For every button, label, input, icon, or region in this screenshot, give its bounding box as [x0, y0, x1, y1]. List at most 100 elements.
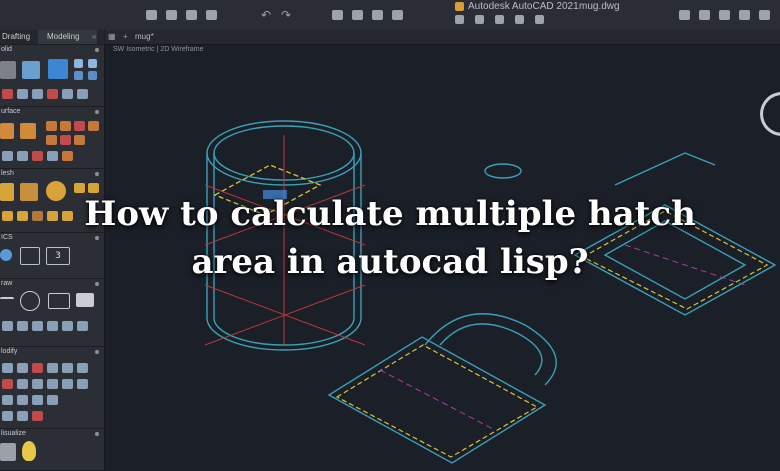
pan-icon[interactable] — [719, 10, 730, 20]
separate-icon[interactable] — [77, 89, 88, 99]
layer-properties-icon[interactable] — [679, 10, 690, 20]
align-icon[interactable] — [2, 395, 13, 405]
network-surface-icon[interactable] — [0, 123, 14, 139]
save-icon[interactable] — [186, 10, 197, 20]
print-icon[interactable] — [352, 10, 363, 20]
mirror-icon[interactable] — [62, 363, 73, 373]
save-as-icon[interactable] — [206, 10, 217, 20]
new-file-icon[interactable] — [146, 10, 157, 20]
open-folder-icon[interactable] — [166, 10, 177, 20]
intersect-icon[interactable] — [17, 89, 28, 99]
array-icon[interactable] — [47, 379, 58, 389]
section-menu-icon[interactable] — [95, 432, 99, 436]
spline-icon[interactable] — [17, 321, 28, 331]
rectangle-icon[interactable] — [48, 293, 70, 309]
union-icon[interactable] — [88, 71, 97, 80]
crease-icon[interactable] — [17, 211, 28, 221]
erase-icon[interactable] — [2, 379, 13, 389]
blend-icon[interactable] — [46, 121, 57, 131]
3d-scale-icon[interactable] — [47, 395, 58, 405]
offset-surface-icon[interactable] — [74, 121, 85, 131]
polygon-icon[interactable] — [76, 293, 94, 307]
offset-icon[interactable] — [62, 379, 73, 389]
trim-icon[interactable] — [32, 363, 43, 373]
region-icon[interactable] — [77, 321, 88, 331]
3d-move-icon[interactable] — [17, 395, 28, 405]
grid-icon[interactable] — [455, 15, 464, 24]
planar-surface-icon[interactable] — [20, 123, 36, 139]
palette-collapse-icon[interactable]: « — [92, 30, 102, 44]
extrude-icon[interactable] — [22, 61, 40, 79]
box-icon[interactable] — [0, 61, 16, 79]
subtract-icon[interactable] — [2, 89, 13, 99]
match-properties-icon[interactable] — [699, 10, 710, 20]
snap-icon[interactable] — [475, 15, 484, 24]
orbit-icon[interactable] — [759, 10, 770, 20]
rotate-icon[interactable] — [17, 363, 28, 373]
section-menu-icon[interactable] — [95, 48, 99, 52]
revolve-icon[interactable] — [74, 59, 83, 68]
rebuild-icon[interactable] — [47, 151, 58, 161]
sculpt-icon[interactable] — [17, 151, 28, 161]
copy-icon[interactable] — [47, 363, 58, 373]
smooth-object-icon[interactable] — [20, 183, 38, 201]
loft-icon[interactable] — [74, 71, 83, 80]
redo-icon[interactable]: ↷ — [281, 8, 292, 22]
tab-drafting[interactable]: Drafting — [0, 30, 38, 44]
hatch-icon[interactable] — [62, 321, 73, 331]
section-menu-icon[interactable] — [95, 172, 99, 176]
chamfer-icon[interactable] — [32, 411, 43, 421]
properties-icon[interactable] — [515, 15, 524, 24]
patch-icon[interactable] — [60, 121, 71, 131]
drawing-tab[interactable]: mug* — [135, 30, 154, 44]
zoom-icon[interactable] — [739, 10, 750, 20]
section-menu-icon[interactable] — [95, 110, 99, 114]
fillet-surface-icon[interactable] — [74, 135, 85, 145]
section-menu-icon[interactable] — [95, 350, 99, 354]
publish-icon[interactable] — [372, 10, 383, 20]
plot-icon[interactable] — [332, 10, 343, 20]
explode-icon[interactable] — [77, 379, 88, 389]
cv-icon[interactable] — [32, 151, 43, 161]
circle-icon[interactable] — [20, 291, 40, 311]
viewport-label[interactable]: SW Isometric | 2D Wireframe — [113, 46, 204, 53]
refine-icon[interactable] — [2, 211, 13, 221]
stretch-icon[interactable] — [17, 379, 28, 389]
file-tabs-menu-icon[interactable]: ▦ — [108, 30, 116, 44]
undo-icon[interactable]: ↶ — [261, 8, 272, 22]
polyline-icon[interactable] — [2, 321, 13, 331]
move-icon[interactable] — [2, 363, 13, 373]
extend-surface-icon[interactable] — [88, 121, 99, 131]
layer-icon[interactable] — [495, 15, 504, 24]
sweep-icon[interactable] — [88, 59, 97, 68]
world-ucs-icon[interactable] — [0, 249, 12, 261]
visual-style-icon[interactable] — [0, 443, 16, 461]
3d-rotate-icon[interactable] — [32, 395, 43, 405]
slice-icon[interactable] — [32, 89, 43, 99]
trim-surface-icon[interactable] — [46, 135, 57, 145]
viewport-icon[interactable] — [535, 15, 544, 24]
fillet-edge-icon[interactable] — [47, 89, 58, 99]
presspull-icon[interactable] — [48, 59, 68, 79]
uncrease-icon[interactable] — [32, 211, 43, 221]
arc-icon[interactable] — [47, 321, 58, 331]
fillet-icon[interactable] — [77, 363, 88, 373]
mesh-box-icon[interactable] — [0, 183, 14, 201]
scale-icon[interactable] — [32, 379, 43, 389]
ellipse-icon[interactable] — [32, 321, 43, 331]
headline-line-1: How to calculate multiple hatch — [84, 194, 696, 234]
line-icon[interactable] — [0, 297, 14, 313]
share-icon[interactable] — [392, 10, 403, 20]
break-icon[interactable] — [17, 411, 28, 421]
join-icon[interactable] — [2, 411, 13, 421]
split-face-icon[interactable] — [47, 211, 58, 221]
untrim-icon[interactable] — [60, 135, 71, 145]
associativity-icon[interactable] — [62, 151, 73, 161]
shell-icon[interactable] — [62, 89, 73, 99]
tab-modeling[interactable]: Modeling — [38, 30, 97, 44]
ucs-origin-icon[interactable] — [20, 247, 40, 265]
palette-tab-bar: Drafting Modeling « — [0, 30, 104, 44]
new-tab-icon[interactable]: + — [123, 30, 128, 44]
light-bulb-icon[interactable] — [22, 441, 36, 461]
project-icon[interactable] — [2, 151, 13, 161]
